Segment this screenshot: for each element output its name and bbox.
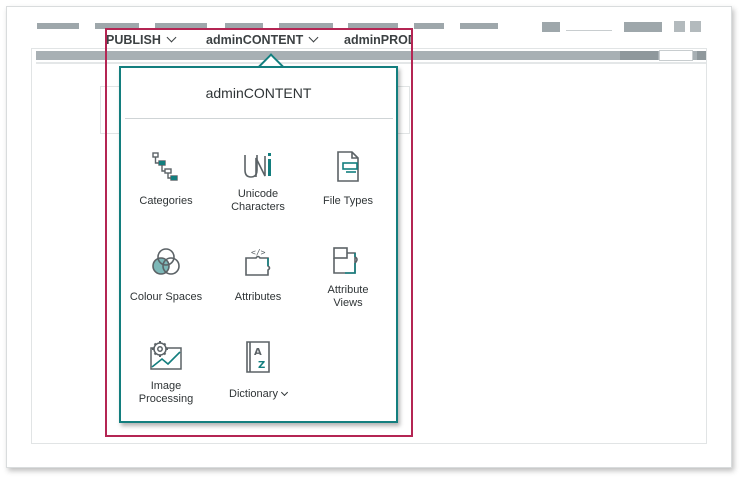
toolbar-button-2[interactable] (690, 21, 701, 32)
menu-item-unicode[interactable]: Unicode Characters (213, 152, 303, 216)
nav-adminprod[interactable]: adminPROD (344, 33, 411, 47)
colour-spaces-icon (152, 248, 180, 275)
svg-text:</>: </> (251, 248, 266, 257)
chevron-down-icon (166, 32, 177, 43)
menu-item-attributes[interactable]: </> Attributes (213, 246, 303, 306)
chevron-down-icon (308, 32, 319, 43)
file-types-icon (337, 151, 359, 182)
menu-item-colour-spaces[interactable]: Colour Spaces (121, 246, 211, 306)
dropdown-title: adminCONTENT (205, 85, 312, 101)
menu-item-image-processing[interactable]: Image Processing (121, 340, 211, 405)
menu-item-attribute-views[interactable]: Attribute Views (303, 244, 393, 310)
search-placeholder[interactable] (566, 30, 612, 31)
toolbar-placeholder[interactable] (624, 22, 662, 32)
menu-item-label: File Types (323, 195, 373, 207)
attribute-views-icon (333, 247, 358, 274)
chevron-down-icon (280, 388, 288, 397)
dropdown-divider (125, 118, 393, 119)
menu-item-label: Categories (139, 195, 193, 207)
nav-placeholder-7[interactable] (414, 23, 444, 29)
menu-item-label: Dictionary (229, 388, 278, 400)
nav-publish-label: PUBLISH (107, 33, 161, 47)
nav-adminprod-label: adminPROD (344, 33, 411, 47)
categories-icon (152, 152, 178, 181)
main-nav: PUBLISH adminCONTENT adminPROD (107, 28, 411, 52)
menu-item-file-types[interactable]: File Types (303, 150, 393, 210)
menu-item-label: Image Processing (138, 380, 194, 405)
menu-item-categories[interactable]: Categories (121, 151, 211, 211)
menu-item-label: Unicode Characters (231, 188, 285, 213)
menu-item-dictionary[interactable]: A Z Dictionary (213, 340, 303, 404)
svg-text:Z: Z (258, 360, 265, 371)
panel-select[interactable] (659, 50, 693, 61)
toolbar-button-1[interactable] (674, 21, 685, 32)
nav-placeholder-1[interactable] (37, 23, 79, 29)
nav-publish[interactable]: PUBLISH (107, 32, 177, 47)
nav-admincontent-label: adminCONTENT (206, 33, 304, 47)
image-processing-icon (150, 341, 182, 370)
unicode-icon (244, 153, 271, 178)
user-placeholder[interactable] (542, 22, 560, 32)
panel-header-button[interactable] (697, 51, 706, 60)
dictionary-icon: A Z (246, 341, 270, 373)
panel-header-label (620, 51, 658, 60)
attributes-icon: </> (245, 248, 271, 276)
nav-admincontent[interactable]: adminCONTENT (206, 32, 319, 47)
menu-item-label: Attributes (234, 291, 282, 303)
menu-item-label: Attribute Views (327, 284, 369, 309)
admincontent-dropdown: adminCONTENT Categories Unicode Characte… (119, 66, 398, 423)
menu-item-label-wrap: Dictionary (213, 388, 303, 401)
menu-item-label: Colour Spaces (129, 291, 203, 303)
nav-placeholder-8[interactable] (460, 23, 498, 29)
svg-text:A: A (254, 347, 262, 358)
